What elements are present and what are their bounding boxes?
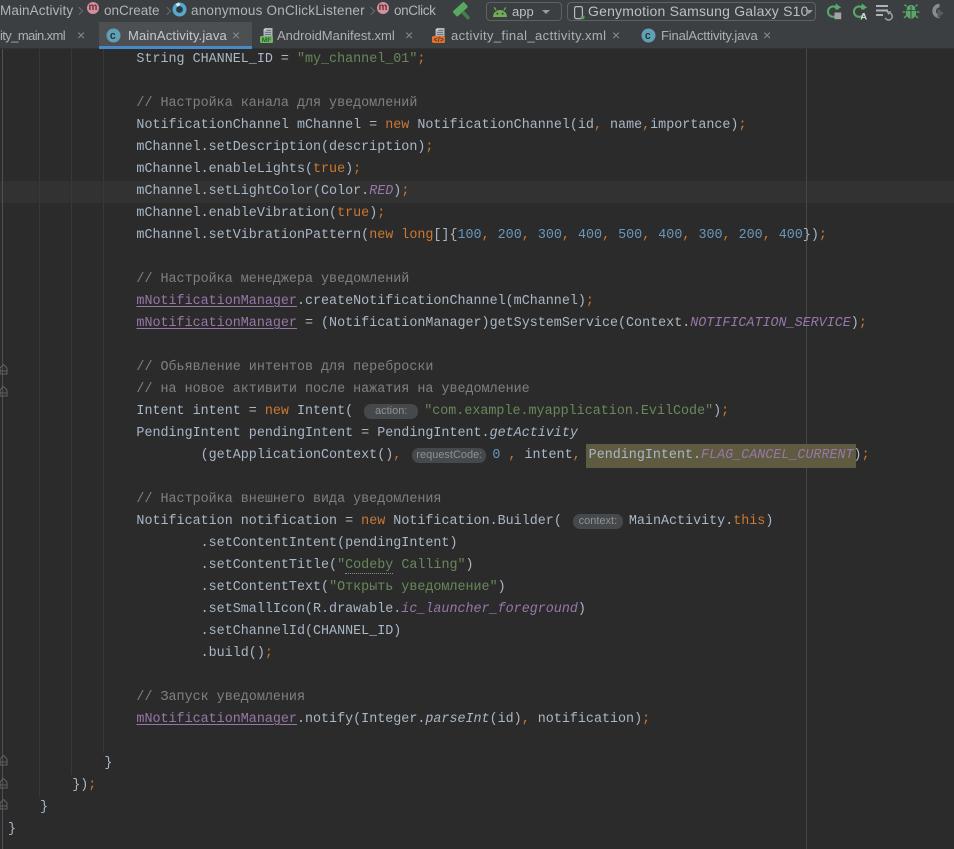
- svg-text:A: A: [860, 12, 867, 21]
- svg-text:C: C: [110, 31, 116, 42]
- svg-text:MF: MF: [262, 37, 271, 44]
- svg-text:C: C: [645, 31, 651, 42]
- svg-text:</>: </>: [434, 37, 444, 44]
